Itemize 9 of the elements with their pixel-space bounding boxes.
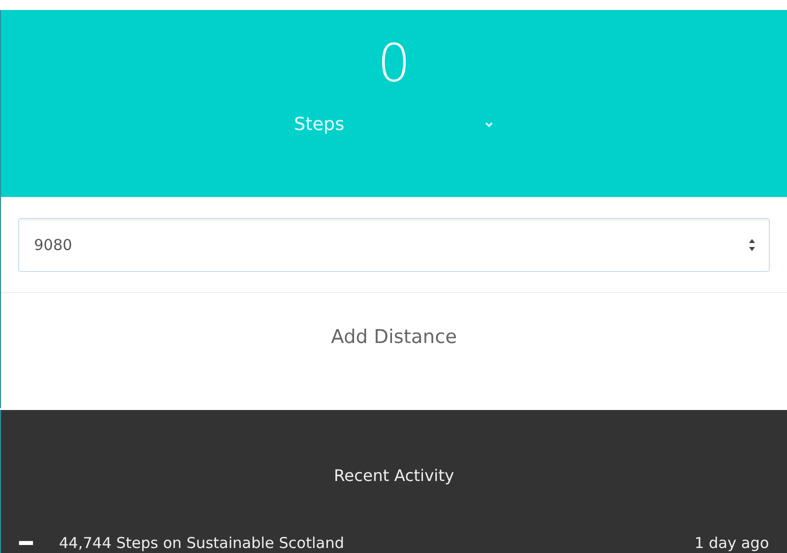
activity-time: 1 day ago [694, 534, 769, 552]
distance-input-field[interactable]: 9080 [18, 218, 770, 272]
section-title: Recent Activity [334, 466, 454, 485]
activity-text: 44,744 Steps on Sustainable Scotland [59, 534, 344, 552]
dash-icon [19, 541, 33, 545]
step-count: 0 [377, 34, 411, 94]
chevron-down-icon [484, 120, 494, 128]
add-distance-button[interactable]: Add Distance [315, 318, 473, 356]
spinner-arrows-icon [748, 238, 756, 252]
